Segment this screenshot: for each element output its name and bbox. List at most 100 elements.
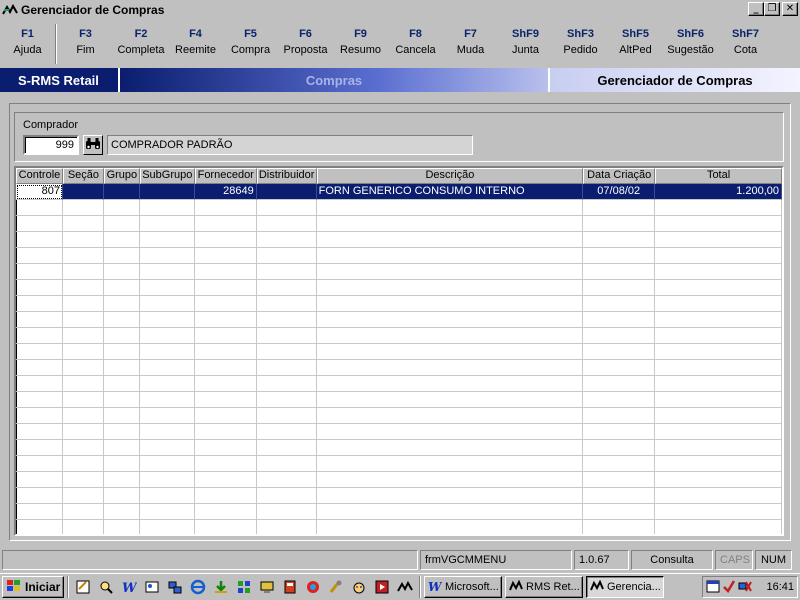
cell-subgrupo[interactable] xyxy=(139,280,195,296)
cell-distribuidor[interactable] xyxy=(256,504,317,520)
cell-controle[interactable] xyxy=(16,328,63,344)
empty-table-row[interactable] xyxy=(16,312,782,328)
cell-distribuidor[interactable] xyxy=(256,232,317,248)
cell-subgrupo[interactable] xyxy=(139,424,195,440)
cell-distribuidor[interactable] xyxy=(256,472,317,488)
cell-descricao[interactable] xyxy=(316,472,584,488)
app-icon[interactable] xyxy=(2,3,18,17)
cell-controle[interactable] xyxy=(16,232,63,248)
cell-data-criacao[interactable] xyxy=(583,312,656,328)
task-button-gerenciador[interactable]: Gerencia... xyxy=(586,576,664,598)
cell-secao[interactable] xyxy=(62,472,104,488)
cell-controle[interactable] xyxy=(16,424,63,440)
comprador-code-input[interactable]: 999 xyxy=(23,135,79,155)
cell-descricao[interactable] xyxy=(316,312,584,328)
column-header-grupo[interactable]: Grupo xyxy=(103,168,140,184)
cell-subgrupo[interactable] xyxy=(139,264,195,280)
cell-fornecedor[interactable]: 28649 xyxy=(194,184,257,200)
cell-secao[interactable] xyxy=(62,248,104,264)
cell-grupo[interactable] xyxy=(103,296,140,312)
cell-fornecedor[interactable] xyxy=(194,328,257,344)
cell-distribuidor[interactable] xyxy=(256,488,317,504)
empty-table-row[interactable] xyxy=(16,216,782,232)
network-icon[interactable] xyxy=(164,576,186,598)
calculator-icon[interactable] xyxy=(279,576,301,598)
media-icon[interactable] xyxy=(371,576,393,598)
cell-descricao[interactable] xyxy=(316,280,584,296)
cell-total[interactable] xyxy=(655,392,782,408)
cell-descricao[interactable] xyxy=(316,216,584,232)
cell-total[interactable] xyxy=(655,248,782,264)
empty-table-row[interactable] xyxy=(16,456,782,472)
cell-fornecedor[interactable] xyxy=(194,456,257,472)
cell-secao[interactable] xyxy=(62,232,104,248)
cell-data-criacao[interactable] xyxy=(583,232,656,248)
column-header-descricao[interactable]: Descrição xyxy=(316,168,584,184)
cell-descricao[interactable] xyxy=(316,456,584,472)
cell-grupo[interactable] xyxy=(103,472,140,488)
cell-data-criacao[interactable]: 07/08/02 xyxy=(583,184,656,200)
cell-distribuidor[interactable] xyxy=(257,520,317,534)
empty-table-row[interactable] xyxy=(16,248,782,264)
minimize-button[interactable]: _ xyxy=(748,2,764,16)
purchases-grid[interactable]: Controle Seção Grupo SubGrupo Fornecedor… xyxy=(14,166,784,536)
cell-subgrupo[interactable] xyxy=(139,184,195,200)
cell-fornecedor[interactable] xyxy=(194,408,257,424)
fkey-cota[interactable]: ShF7 Cota xyxy=(718,22,773,66)
cell-controle[interactable] xyxy=(16,344,63,360)
table-row[interactable]: 807 28649 FORN GENERICO CONSUMO INTERNO … xyxy=(16,184,782,200)
cell-fornecedor[interactable] xyxy=(194,296,257,312)
cell-subgrupo[interactable] xyxy=(139,232,195,248)
cell-total[interactable] xyxy=(655,376,782,392)
cell-subgrupo[interactable] xyxy=(139,200,195,216)
cell-descricao[interactable] xyxy=(316,408,584,424)
cell-secao[interactable] xyxy=(62,488,104,504)
cell-secao[interactable] xyxy=(62,296,104,312)
fkey-proposta[interactable]: F6 Proposta xyxy=(278,22,333,66)
cell-total[interactable] xyxy=(655,328,782,344)
cell-fornecedor[interactable] xyxy=(194,392,257,408)
grid-app-icon[interactable] xyxy=(233,576,255,598)
empty-table-row[interactable] xyxy=(16,520,782,534)
cell-grupo[interactable] xyxy=(103,312,140,328)
cell-total[interactable] xyxy=(655,264,782,280)
tools-icon[interactable] xyxy=(325,576,347,598)
cell-grupo[interactable] xyxy=(104,520,140,534)
cell-total[interactable] xyxy=(655,408,782,424)
cell-total[interactable] xyxy=(655,360,782,376)
cell-fornecedor[interactable] xyxy=(194,216,257,232)
cell-data-criacao[interactable] xyxy=(583,376,656,392)
cell-subgrupo[interactable] xyxy=(139,392,195,408)
internet-explorer-icon[interactable] xyxy=(187,576,209,598)
cell-controle[interactable] xyxy=(16,376,63,392)
cell-grupo[interactable] xyxy=(103,456,140,472)
fkey-ajuda[interactable]: F1 Ajuda xyxy=(0,22,55,66)
cell-secao[interactable] xyxy=(62,408,104,424)
cell-secao[interactable] xyxy=(62,344,104,360)
cell-fornecedor[interactable] xyxy=(195,520,257,534)
cell-subgrupo[interactable] xyxy=(139,440,195,456)
paint-icon[interactable] xyxy=(348,576,370,598)
cell-distribuidor[interactable] xyxy=(256,312,317,328)
cell-total[interactable] xyxy=(655,520,782,534)
cell-secao[interactable] xyxy=(63,520,104,534)
cell-data-criacao[interactable] xyxy=(583,200,656,216)
cell-descricao[interactable] xyxy=(316,360,584,376)
fkey-reemite[interactable]: F4 Reemite xyxy=(168,22,223,66)
cell-controle[interactable]: 807 xyxy=(16,184,63,200)
empty-table-row[interactable] xyxy=(16,488,782,504)
cell-grupo[interactable] xyxy=(103,200,140,216)
column-header-data-criacao[interactable]: Data Criação xyxy=(583,168,656,184)
cell-data-criacao[interactable] xyxy=(583,488,656,504)
cell-descricao[interactable] xyxy=(316,344,584,360)
cell-secao[interactable] xyxy=(62,200,104,216)
cell-distribuidor[interactable] xyxy=(256,184,317,200)
cell-grupo[interactable] xyxy=(103,248,140,264)
cell-total[interactable] xyxy=(655,488,782,504)
cell-fornecedor[interactable] xyxy=(194,280,257,296)
cell-data-criacao[interactable] xyxy=(583,456,656,472)
empty-table-row[interactable] xyxy=(16,392,782,408)
cell-secao[interactable] xyxy=(62,312,104,328)
cell-controle[interactable] xyxy=(16,456,63,472)
cell-distribuidor[interactable] xyxy=(256,248,317,264)
